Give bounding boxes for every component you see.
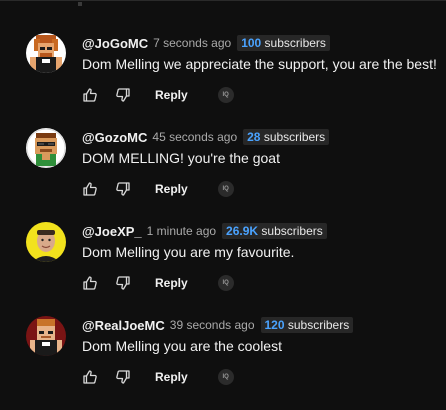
subscriber-count: 120: [264, 318, 285, 332]
thumbs-down-icon[interactable]: [115, 87, 131, 103]
subscriber-count: 28: [247, 130, 261, 144]
thumbs-up-icon[interactable]: [82, 369, 98, 385]
top-divider-stub: [78, 2, 82, 6]
avatar[interactable]: [26, 222, 66, 262]
iq-icon[interactable]: IQ: [217, 181, 234, 197]
comment-timestamp[interactable]: 39 seconds ago: [170, 318, 255, 332]
subscriber-count: 26.9K: [226, 224, 259, 238]
thumbs-down-icon[interactable]: [115, 275, 131, 291]
comment-item: @JoGoMC 7 seconds ago 100 subscribers Do…: [0, 33, 446, 127]
subscriber-badge: 28 subscribers: [243, 129, 330, 145]
thumbs-up-icon[interactable]: [82, 275, 98, 291]
top-divider: [0, 0, 446, 1]
comment-item: @RealJoeMC 39 seconds ago 120 subscriber…: [0, 315, 446, 409]
iq-icon[interactable]: IQ: [217, 87, 234, 103]
subscriber-label: subscribers: [261, 36, 326, 50]
reply-button[interactable]: Reply: [155, 88, 188, 102]
avatar[interactable]: [26, 316, 66, 356]
thumbs-up-icon[interactable]: [82, 87, 98, 103]
thumbs-up-icon[interactable]: [82, 181, 98, 197]
subscriber-badge: 26.9K subscribers: [222, 223, 327, 239]
reply-button[interactable]: Reply: [155, 182, 188, 196]
iq-icon[interactable]: IQ: [217, 369, 234, 385]
comment-author[interactable]: @GozoMC: [82, 130, 147, 145]
comment-text: Dom Melling you are the coolest: [82, 338, 282, 354]
comment-text: Dom Melling you are my favourite.: [82, 244, 295, 260]
comment-item: @GozoMC 45 seconds ago 28 subscribers DO…: [0, 127, 446, 221]
comment-text: Dom Melling we appreciate the support, y…: [82, 56, 437, 72]
subscriber-label: subscribers: [284, 318, 350, 332]
comment-timestamp[interactable]: 7 seconds ago: [153, 36, 231, 50]
avatar[interactable]: [26, 128, 66, 168]
comment-timestamp[interactable]: 45 seconds ago: [152, 130, 237, 144]
reply-button[interactable]: Reply: [155, 276, 188, 290]
reply-button[interactable]: Reply: [155, 370, 188, 384]
subscriber-badge: 100 subscribers: [237, 35, 330, 51]
comment-author[interactable]: @RealJoeMC: [82, 318, 165, 333]
iq-icon[interactable]: IQ: [217, 275, 234, 291]
subscriber-badge: 120 subscribers: [260, 317, 354, 333]
subscriber-label: subscribers: [258, 224, 323, 238]
avatar[interactable]: [26, 33, 66, 73]
subscriber-count: 100: [241, 36, 262, 50]
comment-author[interactable]: @JoeXP_: [82, 224, 142, 239]
thumbs-down-icon[interactable]: [115, 369, 131, 385]
subscriber-label: subscribers: [260, 130, 326, 144]
thumbs-down-icon[interactable]: [115, 181, 131, 197]
comment-author[interactable]: @JoGoMC: [82, 36, 148, 51]
comment-timestamp[interactable]: 1 minute ago: [147, 224, 216, 238]
comment-text: DOM MELLING! you're the goat: [82, 150, 280, 166]
comment-item: @JoeXP_ 1 minute ago 26.9K subscribers D…: [0, 221, 446, 315]
